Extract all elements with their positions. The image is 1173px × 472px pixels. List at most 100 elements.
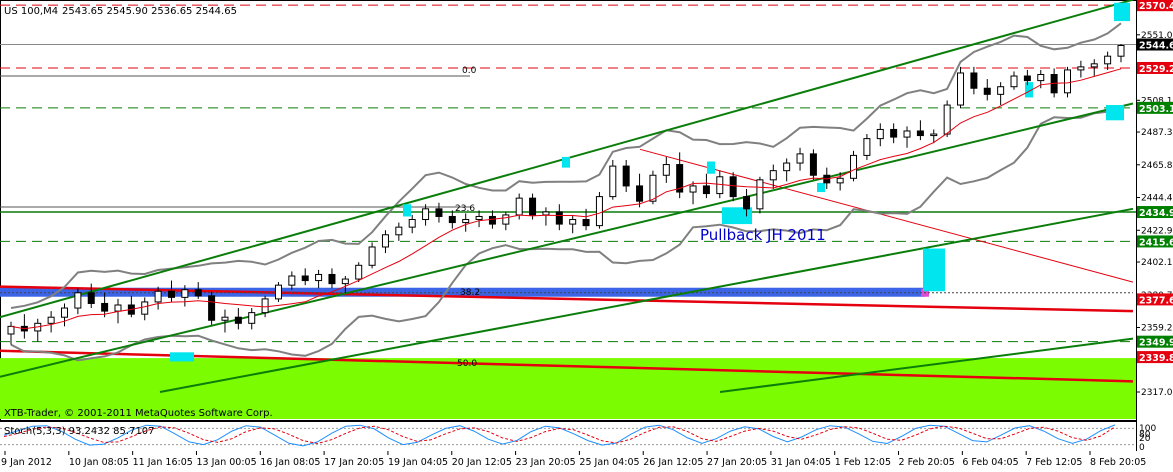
time-tick-label: 17 Jan 20:05 — [324, 457, 384, 468]
candle — [368, 242, 376, 269]
candle-body — [569, 219, 577, 225]
candle — [636, 173, 644, 208]
broker-copyright: XTB-Trader, © 2001-2011 MetaQuotes Softw… — [4, 408, 273, 419]
candle-body — [395, 226, 403, 236]
candle-body — [1037, 74, 1045, 82]
time-tick-label: 19 Jan 04:05 — [388, 457, 448, 468]
time-tick-label: 16 Jan 08:05 — [260, 457, 320, 468]
candle — [234, 308, 242, 330]
level-label: 2339.87 — [1137, 351, 1173, 364]
candle-body — [368, 246, 376, 266]
candle-body — [689, 185, 697, 193]
candle-body — [74, 292, 82, 309]
candle — [315, 269, 323, 289]
time-tick-label: 23 Jan 20:05 — [516, 457, 576, 468]
candle-body — [221, 316, 229, 321]
level-label-text: 2503.16 — [1139, 104, 1173, 115]
candle-body — [863, 138, 871, 156]
time-tick-label: 26 Jan 12:05 — [643, 457, 703, 468]
stoch-tick-0: 0 — [1139, 443, 1145, 453]
candle-body — [1117, 45, 1125, 57]
candle — [288, 271, 296, 290]
candle — [301, 268, 309, 286]
price-chart[interactable]: US 100,M4 2543.65 2545.90 2536.65 2544.6… — [0, 0, 1173, 468]
candle-body — [462, 219, 470, 224]
candle — [809, 149, 817, 180]
candle-body — [997, 86, 1005, 95]
candle-body — [636, 185, 644, 202]
candle-body — [930, 133, 938, 137]
candle-body — [7, 325, 15, 335]
time-tick-label: 13 Jan 00:05 — [196, 457, 256, 468]
level-label: 2377.67 — [1137, 293, 1173, 306]
candle-body — [716, 176, 724, 195]
candle-body — [475, 215, 483, 221]
candle-body — [167, 290, 175, 298]
candle-body — [957, 72, 965, 106]
candle — [903, 126, 911, 148]
candle-body — [1077, 66, 1085, 71]
candle — [462, 213, 470, 232]
candle — [127, 295, 135, 318]
time-tick-label: 20 Jan 12:05 — [452, 457, 512, 468]
stochastic-oscillator — [0, 424, 1136, 447]
fib-label-38: 38.2 — [460, 288, 480, 298]
candle — [60, 303, 68, 327]
candle-body — [408, 219, 416, 228]
stoch-label: Stoch(5,3,3) 93.2432 85.7107 — [4, 426, 155, 437]
time-tick-label: 6 Feb 04:05 — [962, 457, 1018, 468]
candle-body — [702, 185, 710, 195]
candle-body — [796, 153, 804, 164]
candle — [890, 123, 898, 144]
level-label-text: 2544.65 — [1139, 41, 1173, 52]
level-label: 2529.28 — [1137, 61, 1173, 75]
candle-body — [422, 208, 430, 221]
cyan-marker-25jan — [562, 156, 570, 168]
candle-body — [649, 174, 657, 202]
price-tick-label: 2317.00 — [1141, 388, 1173, 398]
candle-body — [1010, 75, 1018, 88]
candle-body — [288, 275, 296, 286]
candle-body — [743, 196, 751, 210]
candle-body — [515, 197, 523, 216]
candle-body — [756, 179, 764, 210]
cyan-left-low — [170, 352, 194, 362]
candle-body — [194, 289, 202, 297]
candle — [34, 318, 42, 342]
candle — [555, 204, 563, 231]
candle — [87, 283, 95, 309]
candle-body — [1104, 55, 1112, 65]
candle — [1117, 43, 1125, 63]
candle — [1077, 60, 1085, 78]
time-tick-label: 8 Feb 20:05 — [1090, 457, 1146, 468]
candle — [662, 156, 670, 183]
candle-body — [529, 197, 537, 216]
cyan-pullback — [722, 207, 752, 225]
candle — [208, 291, 216, 325]
candle — [475, 210, 483, 228]
time-tick-label: 9 Jan 2012 — [1, 457, 52, 468]
pullback-annotation: Pullback JH 2011 — [700, 226, 826, 244]
candle — [542, 207, 550, 226]
candle — [569, 214, 577, 234]
candle-body — [248, 312, 256, 324]
candle-body — [876, 128, 884, 140]
candle-body — [435, 208, 443, 217]
fib-label-50: 50.0 — [457, 359, 477, 369]
candle-body — [1090, 63, 1098, 68]
candle-body — [448, 215, 456, 224]
candle — [997, 82, 1005, 106]
candle-body — [87, 292, 95, 304]
level-label: 2544.65 — [1137, 38, 1173, 52]
candle-body — [903, 130, 911, 138]
level-label-text: 2570.43 — [1139, 1, 1173, 12]
level-label-text: 2415.64 — [1139, 237, 1173, 248]
candle — [1104, 51, 1112, 70]
time-tick-label: 7 Feb 12:05 — [1026, 457, 1082, 468]
candle-body — [234, 316, 242, 324]
time-tick-label: 27 Jan 20:05 — [707, 457, 767, 468]
candle-body — [1023, 75, 1031, 82]
candle-body — [181, 289, 189, 298]
cyan-zone-large — [923, 248, 945, 292]
candle-body — [662, 164, 670, 176]
